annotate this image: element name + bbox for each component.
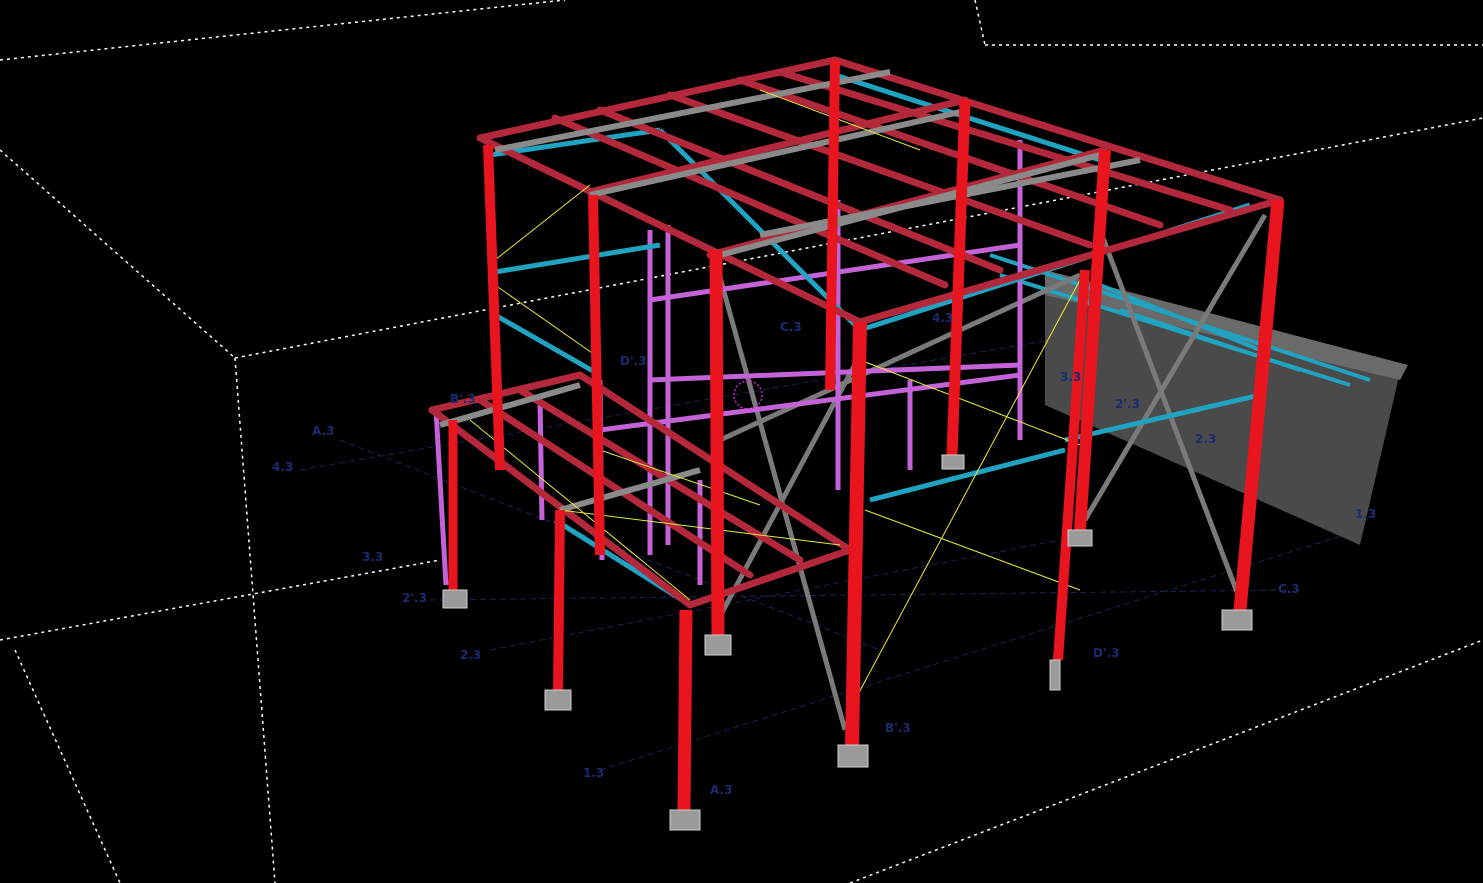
grid-label-c3-right: C.3 bbox=[1278, 582, 1300, 596]
grid-label-33-left: 3.3 bbox=[362, 550, 383, 564]
grid-label-13-right: 1.3 bbox=[1355, 507, 1376, 521]
grid-label-33-right: 3.3 bbox=[1060, 370, 1081, 384]
grid-label-23b-right: 2'.3 bbox=[1115, 397, 1140, 411]
grid-label-d3-right: D'.3 bbox=[1093, 646, 1120, 660]
model-3d-viewport[interactable]: A.3 4.3 3.3 2'.3 2.3 1.3 A.3 B'.3 C.3 D'… bbox=[0, 0, 1483, 883]
grid-label-d3-mid: D'.3 bbox=[620, 354, 647, 368]
grid-label-b3-bottom: B'.3 bbox=[885, 721, 911, 735]
grid-label-43-top: 4.3 bbox=[932, 311, 953, 325]
grid-label-a3-bottom: A.3 bbox=[710, 783, 732, 797]
grid-label-23b-left: 2'.3 bbox=[402, 591, 427, 605]
grid-label-a3-left: A.3 bbox=[312, 424, 334, 438]
grid-label-b3-left: B'.3 bbox=[450, 392, 476, 406]
grid-label-13-left: 1.3 bbox=[583, 766, 604, 780]
grid-label-43-left: 4.3 bbox=[272, 460, 293, 474]
grid-label-23-right: 2.3 bbox=[1195, 432, 1216, 446]
grid-label-c3-mid: C.3 bbox=[780, 320, 802, 334]
grid-label-23-left: 2.3 bbox=[460, 648, 481, 662]
